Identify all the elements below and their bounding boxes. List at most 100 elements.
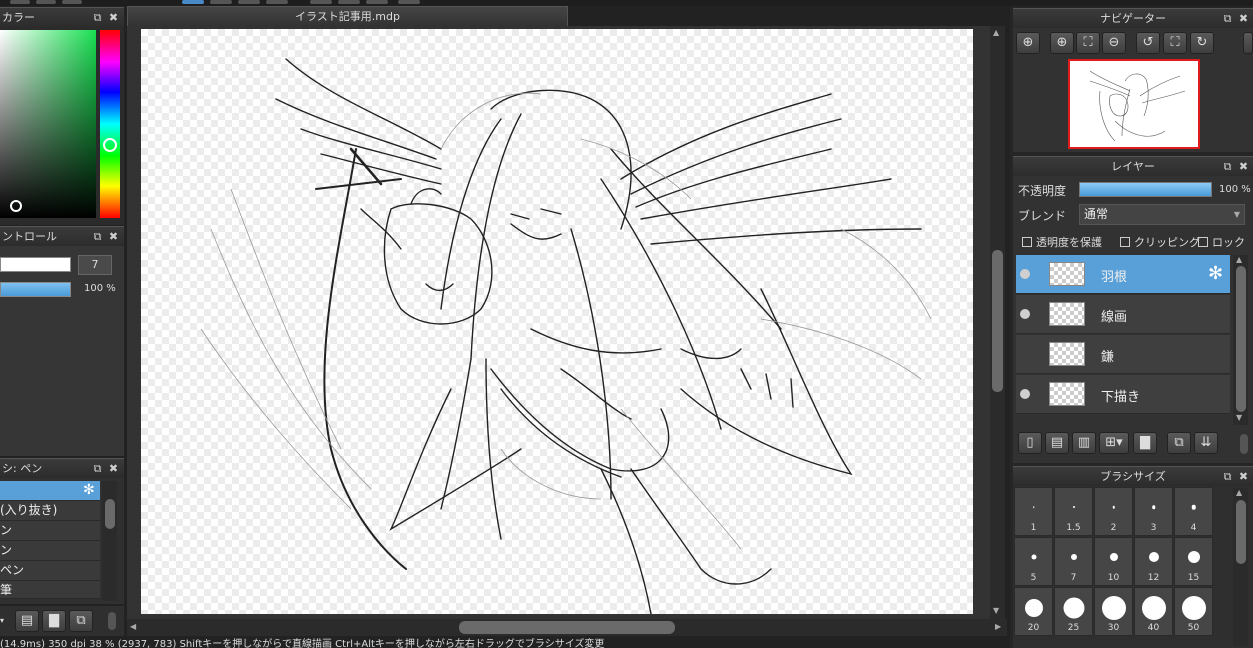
- layer-row[interactable]: 羽根 ✻: [1016, 255, 1230, 294]
- gear-icon[interactable]: ✻: [83, 481, 95, 500]
- zoom-in-icon[interactable]: ⊕: [1050, 32, 1074, 54]
- toolbar-button[interactable]: [266, 0, 288, 4]
- checkbox-box[interactable]: [1198, 237, 1208, 247]
- brush-size-cell[interactable]: 1: [1014, 487, 1053, 536]
- fit-screen-icon[interactable]: ⛶: [1076, 32, 1100, 54]
- scroll-down-arrow[interactable]: ▼: [993, 606, 999, 615]
- rotate-right-icon[interactable]: ↻: [1190, 32, 1214, 54]
- brush-size-cell[interactable]: 10: [1094, 537, 1133, 586]
- close-icon[interactable]: ✖: [107, 462, 120, 475]
- scroll-up-arrow[interactable]: ▲: [993, 28, 999, 37]
- brush-size-cell[interactable]: 4: [1174, 487, 1213, 536]
- toolbar-button[interactable]: [398, 0, 420, 4]
- folder-icon[interactable]: ▇: [1133, 432, 1157, 454]
- brush-item[interactable]: ン: [0, 541, 100, 561]
- close-icon[interactable]: ✖: [1237, 160, 1250, 173]
- zoom-icon[interactable]: ⊕: [1016, 32, 1040, 54]
- new-layer-icon[interactable]: ▤: [1045, 432, 1069, 454]
- brush-size-cell[interactable]: 50: [1174, 587, 1213, 636]
- brush-item[interactable]: ン: [0, 521, 100, 541]
- popout-icon[interactable]: ⧉: [1221, 12, 1234, 25]
- protect-alpha-checkbox[interactable]: 透明度を保護: [1022, 234, 1102, 250]
- brush-size-cell[interactable]: 25: [1054, 587, 1093, 636]
- brush-size-cell[interactable]: 15: [1174, 537, 1213, 586]
- brush-dropdown-icon[interactable]: ▾: [0, 611, 12, 631]
- visibility-icon[interactable]: [1020, 269, 1030, 279]
- brush-size-value[interactable]: 7: [78, 255, 112, 275]
- toolbar-scroll[interactable]: [1240, 434, 1248, 454]
- toolbar-button[interactable]: [10, 0, 30, 4]
- toolbar-button[interactable]: [310, 0, 332, 4]
- toolbar-button[interactable]: [338, 0, 360, 4]
- popout-icon[interactable]: ⧉: [1221, 160, 1234, 173]
- layer-row[interactable]: 下描き: [1016, 375, 1230, 414]
- checkbox-box[interactable]: [1022, 237, 1032, 247]
- footer-scroll[interactable]: [108, 612, 116, 630]
- brush-size-cell[interactable]: 12: [1134, 537, 1173, 586]
- popout-icon[interactable]: ⧉: [91, 230, 104, 243]
- scroll-thumb[interactable]: [1236, 500, 1246, 564]
- close-icon[interactable]: ✖: [1237, 470, 1250, 483]
- document-tab[interactable]: イラスト記事用.mdp: [127, 6, 568, 26]
- new-layer-icon[interactable]: ▯: [1018, 432, 1042, 454]
- brush-size-scrollbar[interactable]: ▲: [1233, 488, 1248, 646]
- brush-item[interactable]: ✻: [0, 481, 100, 501]
- visibility-icon[interactable]: [1020, 389, 1030, 399]
- layer-row[interactable]: 鎌: [1016, 335, 1230, 374]
- brush-size-cell[interactable]: 20: [1014, 587, 1053, 636]
- toolbar-button[interactable]: [182, 0, 204, 4]
- merge-icon[interactable]: ⇊: [1194, 432, 1218, 454]
- hue-handle[interactable]: [103, 138, 117, 152]
- brush-size-cell[interactable]: 3: [1134, 487, 1173, 536]
- canvas-vertical-scrollbar[interactable]: ▲ ▼: [990, 26, 1005, 619]
- brush-size-cell[interactable]: 40: [1134, 587, 1173, 636]
- scroll-up-arrow[interactable]: ▲: [1236, 488, 1242, 497]
- brush-size-cell[interactable]: 1.5: [1054, 487, 1093, 536]
- visibility-icon[interactable]: [1020, 309, 1030, 319]
- new-layer-icon[interactable]: ▥: [1072, 432, 1096, 454]
- folder-icon[interactable]: ▇: [42, 610, 66, 632]
- scroll-thumb[interactable]: [105, 499, 115, 529]
- toolbar-button[interactable]: [366, 0, 388, 4]
- brush-opacity-bar[interactable]: [0, 282, 71, 297]
- brush-size-bar[interactable]: [0, 257, 71, 272]
- color-picker-handle[interactable]: [10, 200, 22, 212]
- more-icon[interactable]: [1243, 32, 1253, 54]
- brush-size-cell[interactable]: 2: [1094, 487, 1133, 536]
- brush-size-cell[interactable]: 7: [1054, 537, 1093, 586]
- brush-item[interactable]: 筆: [0, 581, 100, 599]
- color-sv-square[interactable]: [0, 30, 96, 218]
- clipping-checkbox[interactable]: クリッピング: [1120, 234, 1200, 250]
- close-icon[interactable]: ✖: [1237, 12, 1250, 25]
- scroll-left-arrow[interactable]: ◀: [130, 622, 136, 631]
- scroll-thumb[interactable]: [459, 621, 675, 634]
- close-icon[interactable]: ✖: [107, 230, 120, 243]
- brush-list-scrollbar[interactable]: [102, 481, 117, 601]
- hue-slider[interactable]: [100, 30, 120, 218]
- flip-icon[interactable]: ⛶: [1163, 32, 1187, 54]
- gear-icon[interactable]: ✻: [1208, 263, 1223, 284]
- layer-list-scrollbar[interactable]: ▲ ▼: [1233, 255, 1248, 425]
- layer-row[interactable]: 線画: [1016, 295, 1230, 334]
- close-icon[interactable]: ✖: [107, 11, 120, 24]
- scroll-thumb[interactable]: [992, 250, 1003, 392]
- brush-copy-icon[interactable]: ▤: [15, 610, 39, 632]
- scroll-down-arrow[interactable]: ▼: [1236, 413, 1242, 422]
- layer-opacity-bar[interactable]: [1079, 182, 1212, 197]
- scroll-thumb[interactable]: [1236, 266, 1246, 412]
- rotate-left-icon[interactable]: ↺: [1136, 32, 1160, 54]
- navigator-preview[interactable]: [1068, 59, 1200, 149]
- duplicate-icon[interactable]: ⧉: [69, 610, 93, 632]
- brush-size-cell[interactable]: 5: [1014, 537, 1053, 586]
- popout-icon[interactable]: ⧉: [1221, 470, 1234, 483]
- brush-size-cell[interactable]: 30: [1094, 587, 1133, 636]
- zoom-out-icon[interactable]: ⊖: [1102, 32, 1126, 54]
- canvas-horizontal-scrollbar[interactable]: ◀ ▶: [127, 619, 1007, 636]
- toolbar-button[interactable]: [62, 0, 82, 4]
- toolbar-button[interactable]: [36, 0, 56, 4]
- scroll-right-arrow[interactable]: ▶: [995, 622, 1001, 631]
- popout-icon[interactable]: ⧉: [91, 11, 104, 24]
- toolbar-button[interactable]: [210, 0, 232, 4]
- popout-icon[interactable]: ⧉: [91, 462, 104, 475]
- blend-mode-select[interactable]: 通常 ▼: [1079, 204, 1245, 225]
